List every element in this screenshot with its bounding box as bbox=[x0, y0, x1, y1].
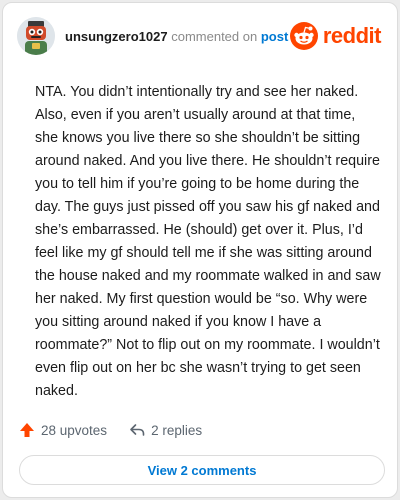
robot-avatar-icon bbox=[17, 17, 55, 55]
replies-button[interactable]: 2 replies bbox=[129, 422, 202, 438]
reddit-snoo-icon bbox=[289, 22, 318, 50]
upvote-arrow-icon bbox=[20, 423, 34, 437]
comment-body: NTA. You didn’t intentionally try and se… bbox=[35, 84, 381, 399]
view-comments-button[interactable]: View 2 comments bbox=[19, 455, 385, 485]
brand-wordmark: reddit bbox=[322, 23, 382, 48]
reply-arrow-icon bbox=[130, 424, 145, 436]
comment-actions: 28 upvotes 2 replies bbox=[19, 419, 202, 441]
upvote-button[interactable]: 28 upvotes bbox=[19, 422, 107, 438]
user-avatar[interactable] bbox=[17, 17, 55, 55]
commented-on-text: commented on bbox=[171, 29, 258, 44]
username-link[interactable]: unsungzero1027 bbox=[65, 29, 168, 44]
comment-header: unsungzero1027 commented on post reddit bbox=[17, 17, 383, 57]
upvotes-count: 28 upvotes bbox=[41, 422, 108, 438]
replies-count: 2 replies bbox=[151, 422, 203, 438]
post-link[interactable]: post bbox=[261, 29, 288, 44]
reddit-brand[interactable]: reddit bbox=[289, 21, 382, 51]
comment-meta: unsungzero1027 commented on post bbox=[65, 29, 288, 44]
comment-card: unsungzero1027 commented on post reddit … bbox=[2, 2, 398, 498]
